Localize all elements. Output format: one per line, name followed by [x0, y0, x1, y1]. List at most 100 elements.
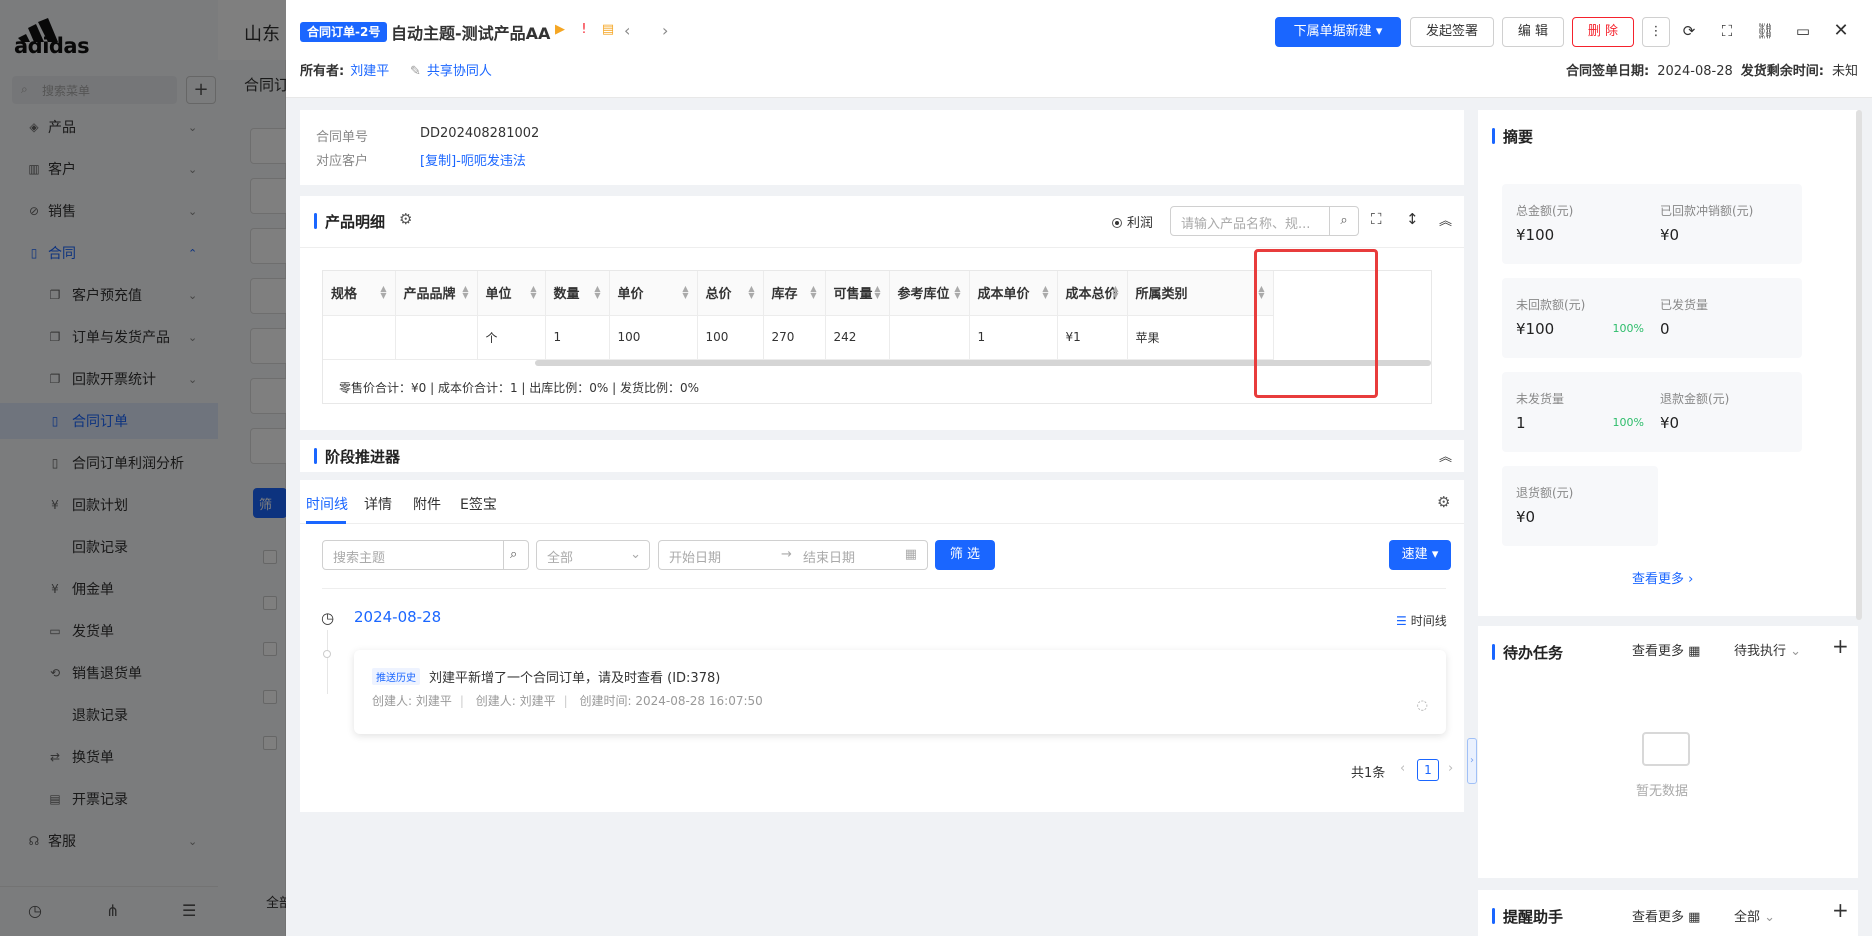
timeline-card: 时间线 详情 附件 E签宝 ⚙ 搜索主题 ⌕ 全部 ⌄ 开始日期 → 结束日期 ▦… — [300, 480, 1464, 812]
column-header[interactable]: 库存 ▲ ▼ — [763, 271, 826, 316]
close-icon[interactable]: ✕ — [1830, 20, 1852, 42]
list-icon: ☰ — [1396, 614, 1407, 628]
tab-timeline[interactable]: 时间线 — [306, 494, 348, 514]
date-range-picker[interactable]: 开始日期 → 结束日期 ▦ — [658, 540, 928, 570]
table-cell: 1 — [545, 315, 610, 360]
timeline-mode-toggle[interactable]: ☰ 时间线 — [1396, 612, 1447, 629]
order-no-value: DD202408281002 — [420, 126, 540, 141]
table-header-row: 规格 ▲ ▼ 产品品牌 ▲ ▼ 单位 ▲ ▼ 数量 ▲ ▼ 单价 ▲ ▼ 总价 ▲ ▼ 库存 ▲ ▼ 可售量 ▲ ▼ 参考库位 ▲… — [323, 271, 1274, 316]
note-icon[interactable]: ▤ — [600, 22, 616, 38]
type-select[interactable]: 全部 ⌄ — [536, 540, 650, 570]
table-row[interactable]: 个 1 100 100 270 242 1 ¥1 苹果 — [323, 315, 1274, 360]
prev-page-icon[interactable]: ‹ — [1400, 761, 1405, 776]
column-header[interactable]: 单位 ▲ ▼ — [477, 271, 546, 316]
gear-icon[interactable]: ⚙ — [1437, 493, 1450, 511]
column-header[interactable]: 可售量 ▲ ▼ — [825, 271, 890, 316]
search-icon[interactable]: ⌕ — [503, 540, 529, 570]
reminder-view-more-link[interactable]: 查看更多 ▦ — [1632, 906, 1700, 925]
column-header[interactable]: 成本单价 ▲ ▼ — [969, 271, 1058, 316]
next-record-icon[interactable]: › — [662, 21, 668, 40]
sort-icon[interactable]: ▲ ▼ — [1112, 285, 1118, 300]
page-1-button[interactable]: 1 — [1417, 759, 1439, 781]
owner-field: 所有者: 刘建平 — [300, 64, 390, 79]
summary-stat: 已回款冲销额(元) ¥0 — [1646, 184, 1802, 264]
filter-button[interactable]: 筛 选 — [935, 540, 995, 570]
column-header[interactable]: 参考库位 ▲ ▼ — [889, 271, 970, 316]
collapse-up-icon[interactable]: ︽ — [1439, 446, 1452, 465]
profit-radio[interactable]: 利润 — [1112, 212, 1153, 231]
delete-button[interactable]: 删 除 — [1572, 17, 1634, 47]
tab-esign[interactable]: E签宝 — [460, 494, 497, 514]
chevron-down-icon: ▾ — [1375, 24, 1383, 39]
divider — [322, 588, 1446, 589]
play-icon[interactable]: ▶ — [552, 22, 568, 38]
sort-icon[interactable]: ▲ ▼ — [874, 285, 880, 300]
sort-icon[interactable]: ▲ ▼ — [1042, 285, 1048, 300]
sort-icon[interactable]: ▲ ▼ — [380, 285, 386, 300]
stage-title: 阶段推进器 — [314, 446, 400, 467]
todo-view-more-link[interactable]: 查看更多 ▦ — [1632, 640, 1700, 659]
reminder-panel: 提醒助手 查看更多 ▦ 全部 ⌄ + — [1478, 890, 1858, 936]
quick-create-button[interactable]: 速建 ▾ — [1389, 540, 1451, 570]
next-page-icon[interactable]: › — [1448, 761, 1453, 776]
edit-button[interactable]: 编 辑 — [1502, 17, 1564, 47]
sort-icon[interactable]: ▲ ▼ — [954, 285, 960, 300]
column-header[interactable]: 规格 ▲ ▼ — [323, 271, 396, 316]
view-more-link[interactable]: 查看更多 › — [1632, 568, 1693, 587]
sort-icon[interactable]: ▲ ▼ — [530, 285, 536, 300]
share-collaborators-link[interactable]: ✎ 共享协同人 — [410, 60, 492, 79]
reminder-filter-select[interactable]: 全部 ⌄ — [1734, 906, 1775, 925]
alert-icon[interactable]: ! — [576, 22, 592, 38]
fullscreen-icon[interactable]: ⛶ — [1716, 20, 1738, 42]
collapse-panel-handle[interactable]: › — [1467, 738, 1477, 784]
sort-icon[interactable]: ▲ ▼ — [748, 285, 754, 300]
column-header[interactable]: 总价 ▲ ▼ — [697, 271, 764, 316]
arrow-right-icon: → — [781, 547, 792, 562]
sort-icon[interactable]: ▲ ▼ — [682, 285, 688, 300]
table-cell: 1 — [969, 315, 1058, 360]
sub-create-button[interactable]: 下属单据新建 ▾ — [1275, 17, 1401, 47]
column-header[interactable]: 所属类别 ▲ ▼ — [1127, 271, 1274, 316]
product-details-title: 产品明细 — [314, 211, 385, 232]
vertical-scrollbar[interactable] — [1856, 110, 1862, 620]
topic-search-input[interactable]: 搜索主题 — [322, 540, 504, 570]
customer-link[interactable]: [复制]-呃呃发违法 — [420, 150, 526, 169]
comment-icon[interactable]: ◌ — [1417, 698, 1428, 713]
add-reminder-icon[interactable]: + — [1832, 898, 1849, 922]
tab-details[interactable]: 详情 — [364, 494, 392, 514]
link-icon[interactable]: ⛓ — [1754, 20, 1776, 42]
expand-rows-icon[interactable]: ↕ — [1406, 210, 1419, 228]
column-header[interactable]: 产品品牌 ▲ ▼ — [395, 271, 478, 316]
collapse-up-icon[interactable]: ︽ — [1439, 210, 1452, 229]
todo-filter-select[interactable]: 待我执行 ⌄ — [1734, 640, 1801, 659]
fullscreen-icon[interactable]: ⛶ — [1371, 210, 1382, 228]
gear-icon[interactable]: ⚙ — [399, 210, 412, 228]
start-sign-button[interactable]: 发起签署 — [1410, 17, 1494, 47]
search-icon[interactable]: ⌕ — [1329, 206, 1359, 236]
contract-meta: 合同签单日期: 2024-08-28 发货剩余时间: 未知 — [1566, 64, 1858, 79]
sort-icon[interactable]: ▲ ▼ — [810, 285, 816, 300]
product-search-input[interactable]: 请输入产品名称、规... — [1170, 206, 1330, 236]
column-header[interactable]: 数量 ▲ ▼ — [545, 271, 610, 316]
timeline-event-card[interactable]: 推送历史 刘建平新增了一个合同订单，请及时查看 (ID:378) 创建人: 刘建… — [354, 650, 1446, 734]
add-todo-icon[interactable]: + — [1832, 634, 1849, 658]
summary-stat-value: ¥100 — [1516, 226, 1555, 244]
customer-label: 对应客户 — [316, 154, 369, 169]
clock-icon: ◷ — [321, 609, 335, 627]
prev-record-icon[interactable]: ‹ — [624, 21, 630, 40]
table-cell: 苹果 — [1127, 315, 1274, 360]
push-history-badge: 推送历史 — [372, 668, 420, 685]
refresh-icon[interactable]: ⟳ — [1678, 20, 1700, 42]
chevron-down-icon: ⌄ — [630, 547, 641, 562]
column-header-label: 数量 — [553, 287, 580, 303]
more-actions-button[interactable]: ⋮ — [1642, 17, 1670, 47]
column-header[interactable]: 成本总价 ▲ ▼ — [1057, 271, 1128, 316]
detail-drawer: 合同订单-2号 自动主题-测试产品AA ▶ ! ▤ ‹ › 所有者: 刘建平 ✎ 共… — [286, 0, 1872, 936]
owner-name-link[interactable]: 刘建平 — [350, 64, 389, 79]
sort-icon[interactable]: ▲ ▼ — [594, 285, 600, 300]
column-header[interactable]: 单价 ▲ ▼ — [609, 271, 698, 316]
tab-attachments[interactable]: 附件 — [413, 494, 441, 514]
layout-icon[interactable]: ▭ — [1792, 20, 1814, 42]
sort-icon[interactable]: ▲ ▼ — [462, 285, 468, 300]
summary-stat-value: ¥100 — [1516, 320, 1555, 338]
